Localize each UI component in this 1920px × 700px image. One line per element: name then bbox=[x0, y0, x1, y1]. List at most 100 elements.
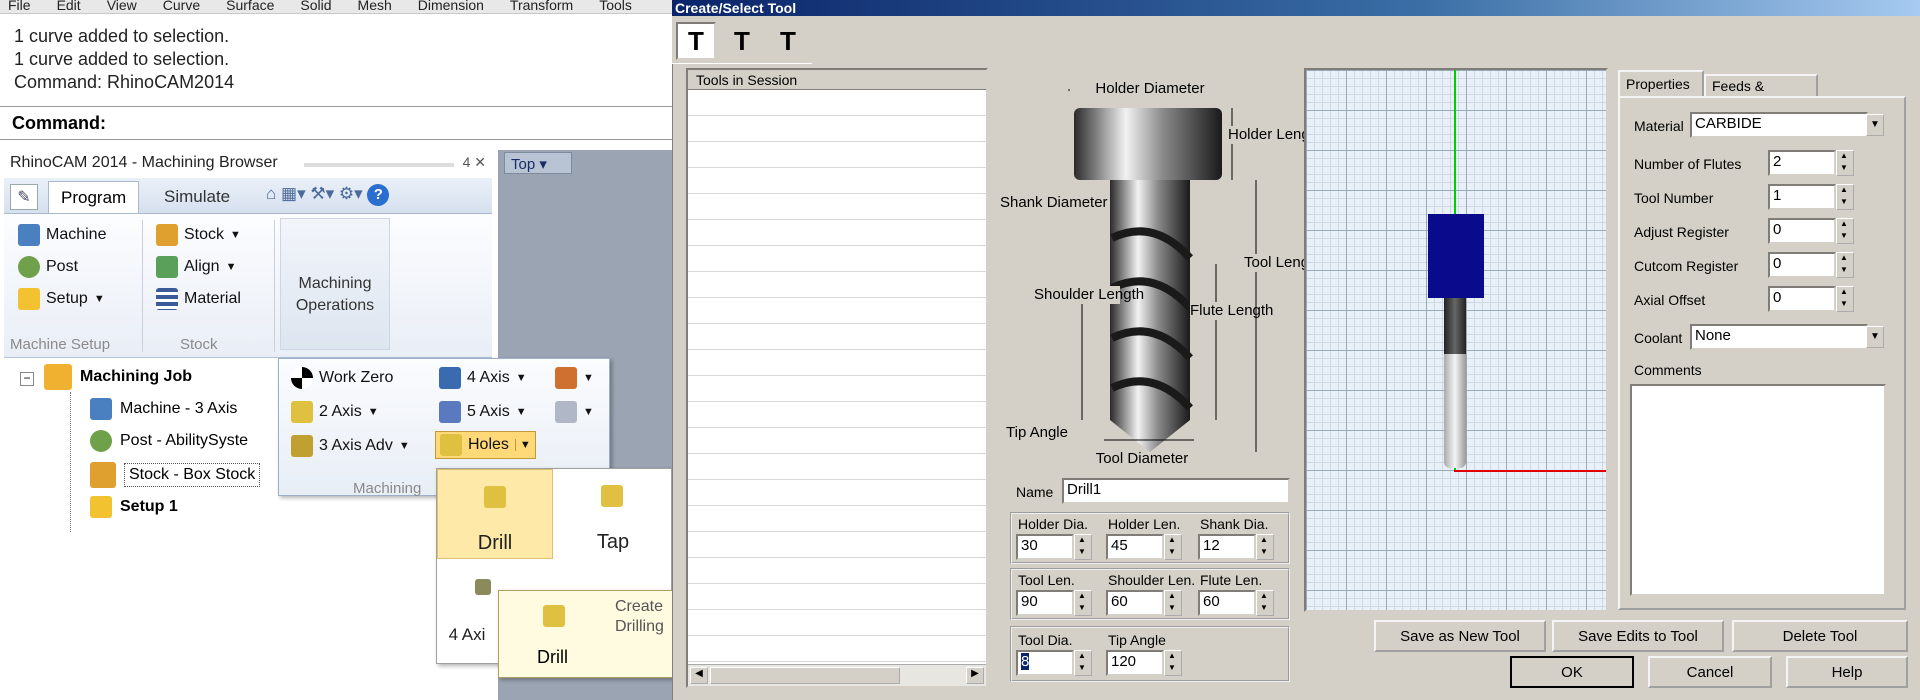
tab-properties[interactable]: Properties bbox=[1618, 70, 1704, 96]
tab-program[interactable]: Program bbox=[48, 181, 140, 213]
5-axis-button[interactable]: 5 Axis ▼ bbox=[439, 401, 527, 423]
4-axis-button[interactable]: 4 Axis ▼ bbox=[439, 367, 527, 389]
history-line: 1 curve added to selection. bbox=[14, 49, 230, 69]
tools-dropdown-button[interactable]: ▼ bbox=[555, 367, 594, 389]
stock-button[interactable]: Stock ▼ bbox=[156, 224, 241, 246]
tools-in-session-list[interactable]: Tools in Session ◀ ▶ bbox=[686, 68, 988, 688]
menu-mesh[interactable]: Mesh bbox=[358, 0, 392, 13]
view-options-icon[interactable]: ▦▾ bbox=[281, 184, 306, 203]
holes-button[interactable]: Holes ▼ bbox=[435, 431, 536, 459]
shank-dia-input[interactable]: 12 bbox=[1198, 534, 1256, 560]
menu-tools[interactable]: Tools bbox=[599, 0, 632, 13]
holder-dia-spinner[interactable] bbox=[1074, 534, 1092, 560]
tap-button[interactable]: Tap bbox=[555, 469, 671, 559]
horizontal-scrollbar[interactable]: ◀ ▶ bbox=[688, 664, 986, 686]
adjust-register-spinner[interactable] bbox=[1836, 218, 1854, 244]
command-line[interactable]: Command: bbox=[0, 106, 672, 140]
flute-len-input[interactable]: 60 bbox=[1198, 590, 1256, 616]
holder-dia-input[interactable]: 30 bbox=[1016, 534, 1074, 560]
menu-surface[interactable]: Surface bbox=[226, 0, 274, 13]
scroll-right-icon[interactable]: ▶ bbox=[966, 667, 984, 684]
dropdown-arrow-icon[interactable]: ▼ bbox=[514, 439, 531, 451]
cutcom-register-spinner[interactable] bbox=[1836, 252, 1854, 278]
tool-preview-grid[interactable] bbox=[1304, 68, 1608, 612]
machine-button[interactable]: Machine bbox=[18, 224, 106, 246]
machining-operations-button[interactable]: Machining Operations bbox=[280, 218, 390, 350]
tree-item-machine[interactable]: Machine - 3 Axis bbox=[90, 398, 237, 420]
tree-item-setup[interactable]: Setup 1 bbox=[90, 496, 178, 518]
tool-len-input[interactable]: 90 bbox=[1016, 590, 1074, 616]
tool-len-spinner[interactable] bbox=[1074, 590, 1092, 616]
copy-dropdown-button[interactable]: ▼ bbox=[555, 401, 594, 423]
axial-offset-input[interactable]: 0 bbox=[1768, 286, 1836, 312]
viewport-menu-icon[interactable]: ▾ bbox=[539, 156, 547, 173]
setup-button[interactable]: Setup ▼ bbox=[18, 288, 105, 310]
flat-mill-tool-button[interactable]: T bbox=[676, 22, 716, 60]
3-axis-adv-button[interactable]: 3 Axis Adv ▼ bbox=[291, 435, 410, 457]
save-edits-to-tool-button[interactable]: Save Edits to Tool bbox=[1552, 620, 1724, 652]
save-as-new-tool-button[interactable]: Save as New Tool bbox=[1374, 620, 1546, 652]
menu-curve[interactable]: Curve bbox=[163, 0, 200, 13]
tool-number-spinner[interactable] bbox=[1836, 184, 1854, 210]
pin-close-icon[interactable]: 4 ✕ bbox=[463, 154, 486, 171]
tree-item-post[interactable]: Post - AbilitySyste bbox=[90, 430, 248, 452]
tool-dia-spinner[interactable] bbox=[1074, 650, 1092, 676]
menu-dimension[interactable]: Dimension bbox=[418, 0, 484, 13]
ok-button[interactable]: OK bbox=[1510, 656, 1634, 688]
tab-feeds-speeds[interactable]: Feeds & Speeds bbox=[1704, 74, 1818, 110]
cutcom-register-input[interactable]: 0 bbox=[1768, 252, 1836, 278]
menu-solid[interactable]: Solid bbox=[300, 0, 331, 13]
shoulder-len-input[interactable]: 60 bbox=[1106, 590, 1164, 616]
shank-dia-spinner[interactable] bbox=[1256, 534, 1274, 560]
menu-view[interactable]: View bbox=[107, 0, 137, 13]
tool-dia-input[interactable]: 8 bbox=[1016, 650, 1074, 676]
viewport-tab[interactable]: Top ▾ bbox=[504, 152, 572, 174]
menu-transform[interactable]: Transform bbox=[510, 0, 573, 13]
tree-label: Setup 1 bbox=[120, 498, 178, 515]
shoulder-len-spinner[interactable] bbox=[1164, 590, 1182, 616]
cancel-button[interactable]: Cancel bbox=[1648, 656, 1772, 688]
menu-edit[interactable]: Edit bbox=[57, 0, 81, 13]
tip-angle-input[interactable]: 120 bbox=[1106, 650, 1164, 676]
comments-textarea[interactable] bbox=[1630, 384, 1886, 596]
tip-angle-spinner[interactable] bbox=[1164, 650, 1182, 676]
material-select[interactable]: CARBIDE bbox=[1690, 112, 1868, 138]
tree-item-machining-job[interactable]: Machining Job bbox=[44, 364, 192, 390]
work-zero-button[interactable]: Work Zero bbox=[291, 367, 393, 389]
scroll-thumb[interactable] bbox=[710, 667, 900, 684]
dropdown-arrow-icon: ▼ bbox=[367, 406, 379, 418]
flutes-spinner[interactable] bbox=[1836, 150, 1854, 176]
coolant-select[interactable]: None bbox=[1690, 324, 1868, 350]
drill-tool-button[interactable]: T bbox=[768, 22, 808, 60]
4-axis-drill-button[interactable]: 4 Axi bbox=[437, 565, 497, 661]
flute-len-spinner[interactable] bbox=[1256, 590, 1274, 616]
delete-tool-button[interactable]: Delete Tool bbox=[1732, 620, 1908, 652]
tab-simulate[interactable]: Simulate bbox=[152, 181, 242, 213]
help-button[interactable]: Help bbox=[1786, 656, 1908, 688]
material-button[interactable]: Material bbox=[156, 288, 241, 310]
ball-mill-tool-button[interactable]: T bbox=[722, 22, 762, 60]
tools-icon[interactable]: ⚒▾ bbox=[310, 184, 334, 203]
app-menu-icon[interactable]: ✎ bbox=[10, 184, 38, 210]
minimize-ribbon-icon[interactable]: ⌂ bbox=[266, 184, 276, 203]
2-axis-button[interactable]: 2 Axis ▼ bbox=[291, 401, 379, 423]
tool-number-input[interactable]: 1 bbox=[1768, 184, 1836, 210]
material-dropdown-icon[interactable]: ▼ bbox=[1866, 114, 1884, 136]
menu-file[interactable]: File bbox=[8, 0, 31, 13]
align-button[interactable]: Align ▼ bbox=[156, 256, 236, 278]
tool-name-input[interactable]: Drill1 bbox=[1062, 478, 1290, 504]
flutes-input[interactable]: 2 bbox=[1768, 150, 1836, 176]
scroll-left-icon[interactable]: ◀ bbox=[690, 667, 708, 684]
post-button[interactable]: Post bbox=[18, 256, 78, 278]
holder-len-input[interactable]: 45 bbox=[1106, 534, 1164, 560]
coolant-dropdown-icon[interactable]: ▼ bbox=[1866, 326, 1884, 348]
help-icon[interactable]: ? bbox=[367, 184, 390, 206]
tree-item-stock[interactable]: Stock - Box Stock bbox=[90, 462, 261, 488]
drill-button[interactable]: Drill bbox=[437, 469, 553, 559]
adjust-register-input[interactable]: 0 bbox=[1768, 218, 1836, 244]
holder-len-spinner[interactable] bbox=[1164, 534, 1182, 560]
axial-offset-spinner[interactable] bbox=[1836, 286, 1854, 312]
collapse-icon[interactable]: − bbox=[20, 372, 34, 386]
gear-icon[interactable]: ⚙▾ bbox=[339, 184, 363, 203]
axial-offset-label: Axial Offset bbox=[1634, 292, 1706, 308]
